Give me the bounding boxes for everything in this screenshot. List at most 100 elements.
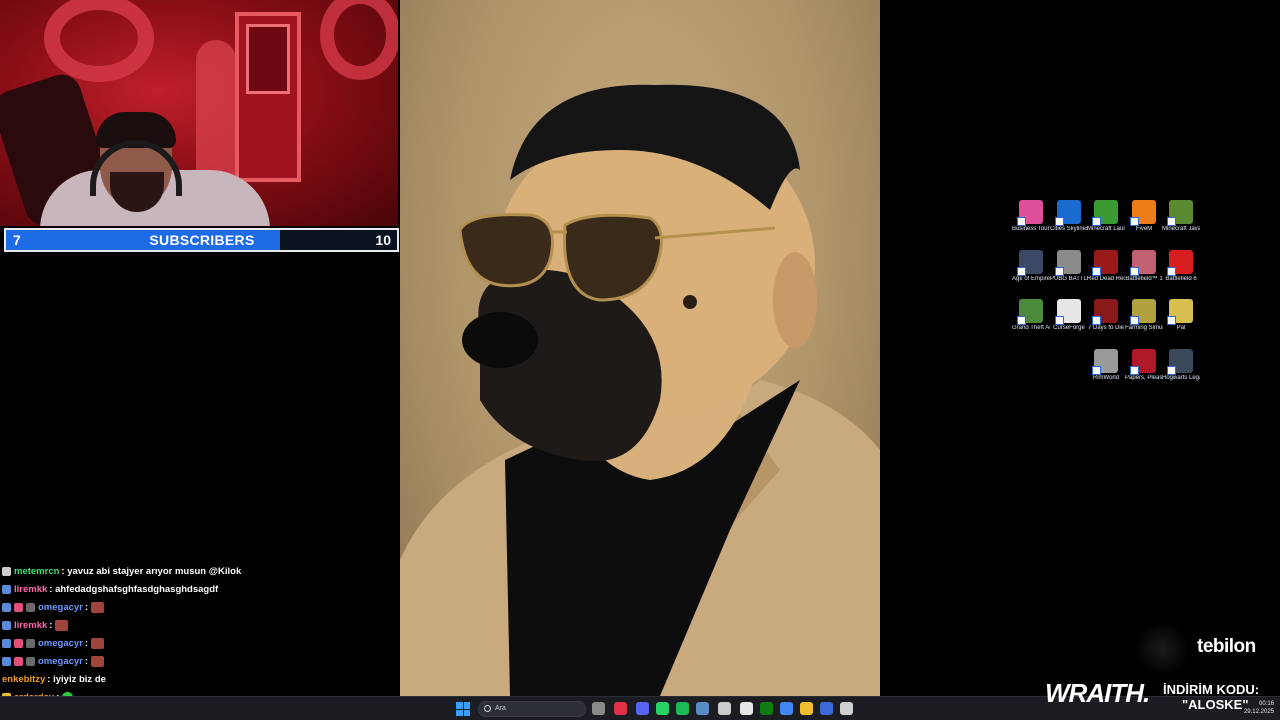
app-icon xyxy=(1167,349,1193,375)
chat-username[interactable]: metemrcn xyxy=(14,566,59,577)
chat-username[interactable]: omegacyr xyxy=(38,602,83,613)
sponsor-logo-icon xyxy=(1132,624,1192,674)
desktop-icon-label: Grand Theft Auto V Le... xyxy=(1012,325,1050,331)
desktop-icon-label: Pal xyxy=(1176,325,1186,331)
desktop-icon-grand-theft-auto-v-le[interactable]: Grand Theft Auto V Le... xyxy=(1012,299,1050,332)
desktop-icon-battlefield-1[interactable]: Battlefield™ 1 xyxy=(1125,250,1163,283)
chat-username[interactable]: liremkk xyxy=(14,584,47,595)
desktop-icon-label: CurseForge xyxy=(1053,325,1085,331)
desktop-icon-label: Hogwarts Legacy xyxy=(1162,375,1200,381)
steam-icon[interactable] xyxy=(696,702,709,715)
desktop-icon-pal[interactable]: Pal xyxy=(1162,299,1200,332)
app-icon xyxy=(1017,250,1043,276)
app-icon xyxy=(1092,299,1118,325)
wreath-right xyxy=(320,0,398,80)
desktop-icon-red-dead-redempti[interactable]: Red Dead Redempti... xyxy=(1087,250,1125,283)
app-icon xyxy=(1167,250,1193,276)
sponsor-brand: tebilon xyxy=(1197,636,1256,657)
chat-badge-icon xyxy=(26,602,35,612)
desktop-icon-pubg-battlegr[interactable]: PUBG BATTLEGR... xyxy=(1050,250,1088,283)
chat-text: yavuz abi stajyer arıyor musun @Kilok xyxy=(64,565,242,577)
chat-message: omegacyr: xyxy=(2,652,398,670)
desktop-icon-label: Minecraft Java Edition xyxy=(1162,226,1200,232)
promo-code: "ALOSKE" xyxy=(1182,697,1249,712)
desktop-icon-label: Business Tour - Onli... xyxy=(1012,226,1050,232)
app-icon xyxy=(1055,299,1081,325)
chat-badge-icon xyxy=(2,656,11,666)
app-icon xyxy=(1055,250,1081,276)
file-explorer-icon[interactable] xyxy=(592,702,605,715)
desktop-icon-7-days-to-die[interactable]: 7 Days to Die xyxy=(1087,299,1125,332)
desktop-icon-label: Red Dead Redempti... xyxy=(1087,276,1125,282)
files-icon[interactable] xyxy=(800,702,813,715)
desktop-icon-papers-please[interactable]: Papers, Please xyxy=(1125,349,1163,382)
desktop-icon-curseforge[interactable]: CurseForge xyxy=(1050,299,1088,332)
app-icon xyxy=(1130,250,1156,276)
desktop-icon-farming-simulator-25[interactable]: Farming Simulator 25 xyxy=(1125,299,1163,332)
dog-in-suit-image xyxy=(400,0,880,696)
desktop-icon-label: Battlefield™ 1 xyxy=(1125,276,1163,282)
desktop-icon-business-tour-onli[interactable]: Business Tour - Onli... xyxy=(1012,200,1050,233)
whatsapp-icon[interactable] xyxy=(656,702,669,715)
taskbar-search-input[interactable]: Ara xyxy=(478,701,586,717)
promo-label: İNDİRİM KODU: xyxy=(1163,682,1260,697)
desktop-icon-label: FiveM xyxy=(1135,226,1153,232)
chat-message: enkebitzy: iyiyiz biz de xyxy=(2,673,106,685)
chat-message: liremkk: ahfedadgshafsghfasdghasghdsagdf xyxy=(2,580,398,598)
chat-badge-icon xyxy=(14,656,23,666)
app-icon xyxy=(1092,250,1118,276)
desktop-icon-minecraft-launcher[interactable]: Minecraft Launcher xyxy=(1087,200,1125,233)
xbox-icon[interactable] xyxy=(760,702,773,715)
opera-icon[interactable] xyxy=(614,702,627,715)
editor-icon[interactable] xyxy=(820,702,833,715)
chat-badge-icon xyxy=(2,638,11,648)
app-icon xyxy=(1130,200,1156,226)
start-button[interactable] xyxy=(456,702,470,716)
epic-games-icon[interactable] xyxy=(718,702,731,715)
chat-text: iyiyiz biz de xyxy=(50,673,106,685)
subscriber-label: SUBSCRIBERS xyxy=(149,232,255,248)
capcut-icon[interactable] xyxy=(740,702,753,715)
chat-emote-icon xyxy=(91,655,105,667)
chat-emote-icon xyxy=(55,619,69,631)
wreath-left xyxy=(44,0,154,82)
spotify-icon[interactable] xyxy=(676,702,689,715)
webcam-feed xyxy=(0,0,398,226)
app-icon xyxy=(1017,299,1043,325)
desktop-icon-minecraft-java-edition[interactable]: Minecraft Java Edition xyxy=(1162,200,1200,233)
app-icon xyxy=(1092,349,1118,375)
search-placeholder: Ara xyxy=(495,705,506,712)
chat-badge-icon xyxy=(14,638,23,648)
desktop-icon-label: RimWorld xyxy=(1092,375,1120,381)
chat-message: liremkk: xyxy=(2,616,398,634)
chat-badge-icon xyxy=(2,584,11,594)
chat-message: omegacyr: xyxy=(2,598,398,616)
discord-icon[interactable] xyxy=(636,702,649,715)
chat-badge-icon xyxy=(14,602,23,612)
desktop-icon-rimworld[interactable]: RimWorld xyxy=(1087,349,1125,382)
app-icon xyxy=(1167,299,1193,325)
desktop-icon-label: Age of Empires IV xyxy=(1012,276,1050,282)
desktop-icon-fivem[interactable]: FiveM xyxy=(1125,200,1163,233)
desktop-icon-age-of-empires-iv[interactable]: Age of Empires IV xyxy=(1012,250,1050,283)
chat-badge-icon xyxy=(26,638,35,648)
obs-icon[interactable] xyxy=(840,702,853,715)
background-figure xyxy=(196,40,236,180)
chat-message: omegacyr: xyxy=(2,634,398,652)
desktop-icon-label: Farming Simulator 25 xyxy=(1125,325,1163,331)
desktop-icon-label: PUBG BATTLEGR... xyxy=(1050,276,1088,282)
chat-username[interactable]: omegacyr xyxy=(38,656,83,667)
chat-username[interactable]: enkebitzy xyxy=(2,674,45,685)
desktop-icon-hogwarts-legacy[interactable]: Hogwarts Legacy xyxy=(1162,349,1200,382)
app-icon xyxy=(1130,299,1156,325)
app-icon xyxy=(1055,200,1081,226)
chat-username[interactable]: liremkk xyxy=(14,620,47,631)
chat-emote-icon xyxy=(91,637,105,649)
chat-message: metemrcn: yavuz abi stajyer arıyor musun… xyxy=(2,562,398,580)
chat-username[interactable]: omegacyr xyxy=(38,638,83,649)
desktop-icon-cities-skylines-ii[interactable]: Cities Skylines II xyxy=(1050,200,1088,233)
chrome-icon[interactable] xyxy=(780,702,793,715)
desktop-icon-battlefield-6[interactable]: Battlefield 6 xyxy=(1162,250,1200,283)
chat-badge-icon xyxy=(26,656,35,666)
app-icon xyxy=(1167,200,1193,226)
